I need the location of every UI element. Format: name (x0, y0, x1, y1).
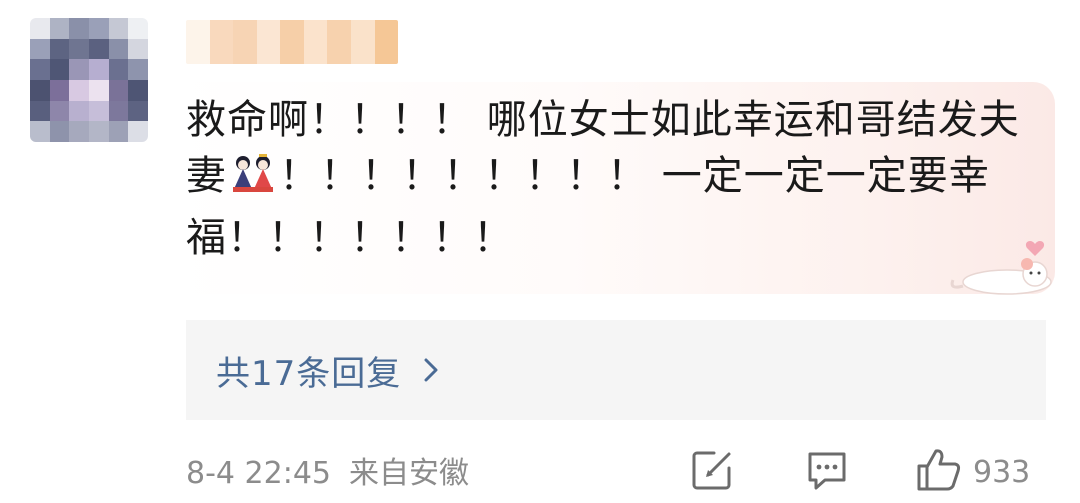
cat-sticker-icon (945, 236, 1055, 302)
thumbs-up-icon (915, 447, 963, 497)
share-button[interactable] (690, 448, 734, 496)
comment-icon (805, 448, 849, 496)
share-icon (690, 448, 734, 496)
like-count: 933 (973, 454, 1031, 490)
timestamp: 8-4 22:45 (186, 456, 331, 491)
comment-text-part2: ！！！！！！！！！ 一定一定一定要幸福！！！！！！！ (186, 153, 990, 261)
username-redacted[interactable] (186, 20, 398, 64)
comment-text: 救命啊！！！！ 哪位女士如此幸运和哥结发夫妻 ！！！！！！！！！ 一定一定一定要… (186, 92, 1026, 266)
chevron-right-icon (423, 357, 439, 383)
comment-meta: 8-4 22:45 来自安徽 (186, 448, 469, 492)
like-button[interactable]: 933 (915, 448, 1030, 496)
replies-count-label: 共17条回复 (216, 353, 402, 394)
view-replies-button[interactable]: 共17条回复 (186, 320, 1046, 420)
location: 来自安徽 (349, 456, 469, 491)
dolls-emoji (229, 151, 277, 210)
avatar[interactable] (30, 18, 148, 142)
comment-button[interactable] (805, 448, 849, 496)
